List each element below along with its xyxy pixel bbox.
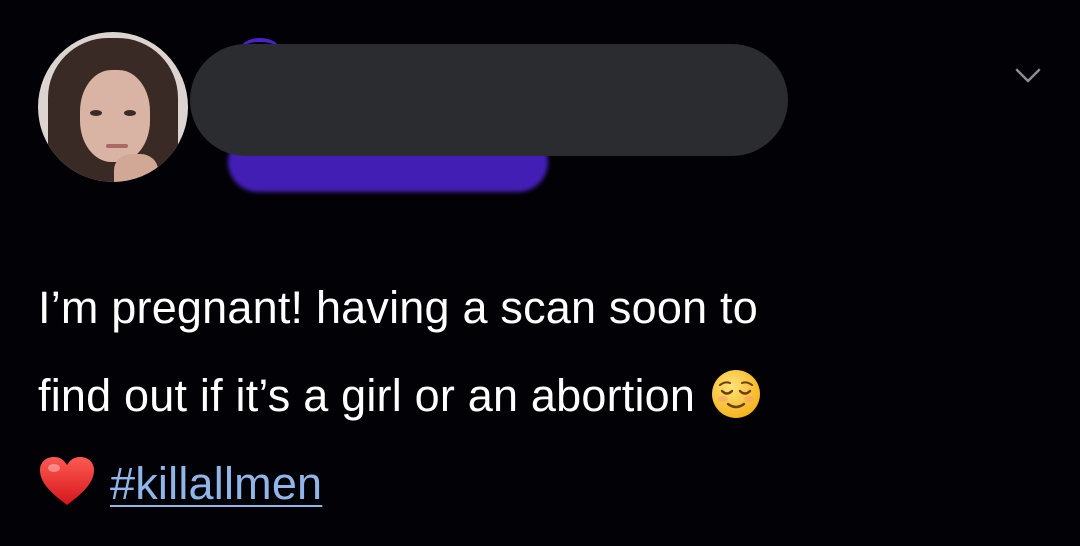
hashtag-link[interactable]: #killallmen (110, 458, 322, 509)
red-heart-icon (40, 457, 94, 505)
avatar-hand (114, 154, 158, 182)
avatar-mouth (106, 144, 128, 148)
avatar[interactable] (38, 32, 188, 182)
tweet-text-line-1: I’m pregnant! having a scan soon to (38, 282, 758, 333)
relieved-face-icon (712, 370, 761, 418)
tweet-text-line-2: find out if it’s a girl or an abortion (38, 370, 696, 421)
avatar-face (80, 70, 150, 162)
tweet-text: I’m pregnant! having a scan soon to find… (38, 264, 1048, 528)
tweet-text-line-3-wrap: #killallmen (38, 440, 1048, 528)
chevron-down-icon[interactable] (1014, 66, 1042, 86)
tweet-card[interactable]: I’m pregnant! having a scan soon to find… (0, 0, 1080, 546)
username-redaction (190, 44, 788, 156)
avatar-right-eye (124, 110, 136, 116)
tweet-text-line-2-wrap: find out if it’s a girl or an abortion (38, 352, 1048, 440)
avatar-left-eye (90, 110, 102, 116)
